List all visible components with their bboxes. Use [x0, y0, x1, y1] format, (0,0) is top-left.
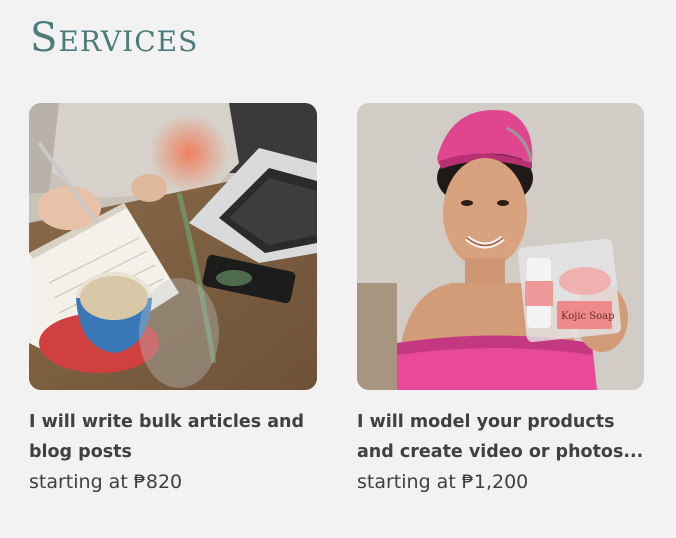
price-prefix: starting at [29, 471, 128, 493]
writing-desk-photo-icon [29, 103, 317, 390]
product-label: Kojic Soap [561, 311, 615, 322]
price-value: ₱820 [133, 471, 183, 493]
service-card-modeling[interactable]: Kojic Soap I will model your products an… [357, 103, 644, 496]
service-image-writing[interactable] [29, 103, 317, 390]
section-title: Services [30, 15, 199, 61]
price-value: ₱1,200 [461, 471, 529, 493]
service-title-modeling[interactable]: I will model your products and create vi… [357, 407, 647, 467]
service-price-modeling: starting at ₱1,200 [357, 468, 644, 496]
service-price-writing: starting at ₱820 [29, 468, 317, 496]
product-model-photo-icon: Kojic Soap [357, 103, 644, 390]
service-card-writing[interactable]: I will write bulk articles and blog post… [29, 103, 317, 496]
service-image-modeling[interactable]: Kojic Soap [357, 103, 644, 390]
service-title-writing[interactable]: I will write bulk articles and blog post… [29, 407, 319, 467]
price-prefix: starting at [357, 471, 456, 493]
